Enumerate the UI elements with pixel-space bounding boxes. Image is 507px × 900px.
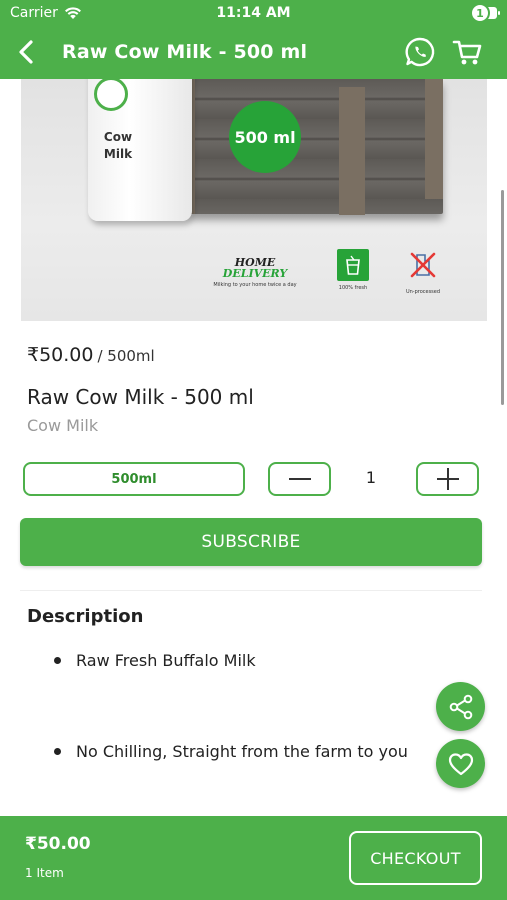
fresh-caption: 100% fresh xyxy=(338,285,368,291)
subscribe-button[interactable]: SUBSCRIBE xyxy=(20,518,482,566)
fresh-milk-icon xyxy=(337,249,369,281)
unprocessed-badge: Un-processed xyxy=(399,249,447,295)
bullet-dot xyxy=(54,657,61,664)
whatsapp-icon xyxy=(405,37,435,67)
price-row: ₹50.00 / 500ml xyxy=(27,344,155,366)
cart-total: ₹50.00 xyxy=(25,834,91,854)
product-name: Raw Cow Milk - 500 ml xyxy=(27,385,254,409)
divider xyxy=(20,590,482,591)
cart-item-count: 1 Item xyxy=(25,866,64,880)
cart-icon xyxy=(452,40,482,65)
size-badge: 500 ml xyxy=(229,101,301,173)
product-image[interactable]: Cow Milk 500 ml HOME DELIVERY Milking to… xyxy=(21,79,487,321)
product-category: Cow Milk xyxy=(27,416,99,435)
unprocessed-caption: Un-processed xyxy=(405,289,441,295)
share-button[interactable] xyxy=(436,682,485,731)
plus-icon xyxy=(436,468,459,490)
fresh-badge: 100% fresh xyxy=(333,249,373,291)
status-bar: Carrier 11:14 AM xyxy=(0,0,507,28)
description-item-text: Raw Fresh Buffalo Milk xyxy=(76,651,256,670)
scrollbar[interactable] xyxy=(501,190,504,405)
bullet-dot xyxy=(54,748,61,755)
back-arrow-icon xyxy=(19,40,33,64)
whatsapp-button[interactable] xyxy=(404,36,436,68)
milk-glass-icon xyxy=(346,255,360,275)
nav-bar: Raw Cow Milk - 500 ml xyxy=(0,30,507,76)
top-bar: Carrier 11:14 AM Raw Cow Milk - 500 ml 1 xyxy=(0,0,507,79)
description-item: No Chilling, Straight from the farm to y… xyxy=(54,742,408,761)
description-item-text: No Chilling, Straight from the farm to y… xyxy=(76,742,408,761)
crate-post xyxy=(425,79,443,199)
increase-quantity-button[interactable] xyxy=(416,462,479,496)
home-delivery-caption: Milking to your home twice a day xyxy=(213,282,297,288)
product-unit: / 500ml xyxy=(97,347,155,365)
bottle-label: Cow Milk xyxy=(103,130,133,161)
share-icon xyxy=(449,694,472,719)
clock: 11:14 AM xyxy=(216,5,291,21)
wooden-crate xyxy=(191,79,443,214)
crate-post xyxy=(339,87,365,215)
minus-icon xyxy=(288,478,311,480)
back-button[interactable] xyxy=(12,36,40,68)
bottle-seal-logo xyxy=(94,79,128,111)
description-item: Raw Fresh Buffalo Milk xyxy=(54,651,256,670)
home-delivery-line2: DELIVERY xyxy=(222,267,288,280)
description-title: Description xyxy=(27,606,144,627)
decrease-quantity-button[interactable] xyxy=(268,462,331,496)
cart-button[interactable] xyxy=(452,36,488,68)
milk-bottle: Cow Milk xyxy=(88,79,192,221)
favorite-button[interactable] xyxy=(436,739,485,788)
home-delivery-badge: HOME DELIVERY Milking to your home twice… xyxy=(207,257,303,288)
page-title: Raw Cow Milk - 500 ml xyxy=(62,41,308,63)
variant-selector[interactable]: 500ml xyxy=(23,462,245,496)
cart-count-badge: 1 xyxy=(470,3,490,23)
checkout-button[interactable]: CHECKOUT xyxy=(349,831,482,885)
heart-icon xyxy=(448,752,473,775)
product-price: ₹50.00 xyxy=(27,344,94,366)
no-processing-icon xyxy=(410,252,436,278)
quantity-value: 1 xyxy=(365,468,377,487)
bottom-bar: ₹50.00 1 Item CHECKOUT xyxy=(0,816,507,900)
